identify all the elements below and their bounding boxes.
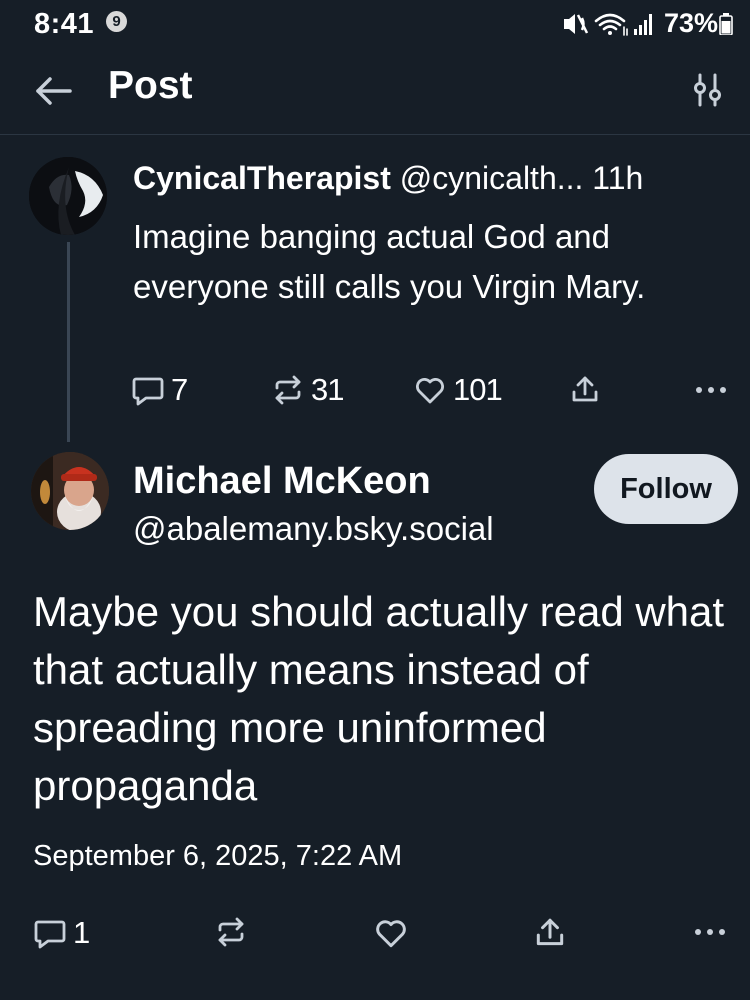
- more-options-button[interactable]: [692, 920, 728, 944]
- reply-count: 1: [73, 915, 90, 950]
- page-title: Post: [108, 64, 193, 107]
- post-date: September 6, 2025, 7:22 AM: [33, 840, 403, 872]
- avatar[interactable]: [31, 452, 109, 530]
- heart-icon: [416, 378, 444, 404]
- author-handle[interactable]: @abalemany.bsky.social: [133, 510, 494, 548]
- more-options-button[interactable]: [694, 378, 728, 402]
- repost-icon: [218, 917, 244, 947]
- share-icon: [572, 376, 598, 402]
- post-text: Maybe you should actually read what that…: [33, 588, 725, 809]
- status-bar: 8:41 9 73%: [0, 0, 750, 50]
- like-count: 101: [453, 372, 503, 407]
- share-icon: [536, 918, 564, 946]
- post-meta: CynicalTherapist @cynicalth... 11h: [133, 160, 643, 197]
- repost-count: 31: [311, 372, 344, 407]
- reply-count: 7: [171, 372, 188, 407]
- comment-icon: [132, 377, 164, 406]
- notification-badge: 9: [106, 11, 127, 32]
- like-button[interactable]: [373, 915, 409, 951]
- user-avatar-image: [29, 157, 107, 235]
- sliders-icon: [694, 73, 721, 107]
- reply-button[interactable]: 7: [131, 372, 188, 408]
- battery-icon: [719, 13, 733, 40]
- thread-line: [67, 242, 70, 442]
- follow-button[interactable]: Follow: [594, 454, 738, 524]
- arrow-left-icon: [36, 77, 72, 105]
- repost-icon: [275, 375, 301, 405]
- author-name[interactable]: Michael McKeon: [133, 460, 431, 503]
- wifi-icon: [594, 13, 628, 36]
- ellipsis-icon: [695, 929, 725, 935]
- battery-percentage: 73%: [664, 8, 719, 38]
- back-button[interactable]: [32, 69, 76, 113]
- author-name[interactable]: CynicalTherapist: [133, 160, 391, 196]
- mute-icon: [564, 14, 589, 34]
- thread-settings-button[interactable]: [688, 71, 728, 111]
- comment-icon: [34, 920, 66, 949]
- header: Post: [0, 50, 750, 135]
- post-time: 11h: [592, 160, 644, 196]
- avatar[interactable]: [29, 157, 107, 235]
- reply-button[interactable]: 1: [33, 915, 90, 951]
- heart-icon: [376, 920, 406, 948]
- author-handle[interactable]: @cynicalth...: [400, 160, 584, 196]
- status-icons: [562, 9, 660, 44]
- like-button[interactable]: 101: [413, 372, 503, 408]
- ellipsis-icon: [696, 387, 726, 393]
- repost-button[interactable]: [214, 915, 248, 949]
- signal-icon: [634, 14, 652, 35]
- user-avatar-image: [31, 452, 109, 530]
- status-time: 8:41: [34, 8, 95, 40]
- share-button[interactable]: [569, 374, 601, 406]
- share-button[interactable]: [533, 916, 567, 950]
- repost-button[interactable]: 31: [271, 372, 344, 408]
- post-text: Imagine banging actual God and everyone …: [133, 218, 646, 305]
